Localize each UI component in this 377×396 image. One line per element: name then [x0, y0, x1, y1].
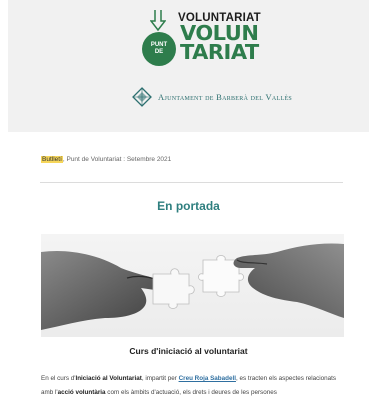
logo-badge-line1: PUNT [150, 42, 168, 48]
article-text: En el curs d' [41, 375, 76, 382]
meta-rest: , Punt de Voluntariat : Setembre 2021 [62, 156, 172, 163]
meta-tag: Butlletí [41, 156, 63, 163]
ajuntament-shield-icon [132, 87, 152, 107]
ajuntament-name: Ajuntament de Barberà del Vallès [158, 92, 293, 102]
newsletter-header: VOLUNTARIAT PUNT DE VOLUN TARIAT Ajuntam… [8, 0, 369, 132]
article-title: Curs d'iniciació al voluntariat [129, 346, 248, 356]
puzzle-hands-photo[interactable] [41, 234, 344, 337]
section-title: En portada [157, 199, 220, 213]
article-text: com els àmbits d'actuació, els drets i d… [105, 389, 277, 396]
newsletter-meta: Butlletí, Punt de Voluntariat : Setembre… [41, 156, 171, 163]
logo-badge: PUNT DE [142, 32, 176, 66]
ajuntament-logo[interactable]: Ajuntament de Barberà del Vallès [132, 86, 292, 108]
arrow-down-icon [150, 10, 166, 32]
article-bold-text: Iniciació al Voluntariat [75, 375, 142, 382]
puzzle-hands-illustration [41, 243, 344, 330]
voluntariat-logo[interactable]: VOLUNTARIAT PUNT DE VOLUN TARIAT [140, 10, 270, 74]
logo-badge-line2: DE [154, 49, 164, 55]
article-body: En el curs d'Iniciació al Voluntariat, i… [41, 372, 341, 396]
logo-big-line2: TARIAT [180, 40, 259, 64]
divider [40, 182, 343, 183]
article-bold-text: acció voluntària [57, 389, 106, 396]
logo-big-text: VOLUN TARIAT [180, 23, 259, 64]
creu-roja-link[interactable]: Creu Roja Sabadell [179, 375, 236, 382]
article-text: , impartit per [141, 375, 179, 382]
